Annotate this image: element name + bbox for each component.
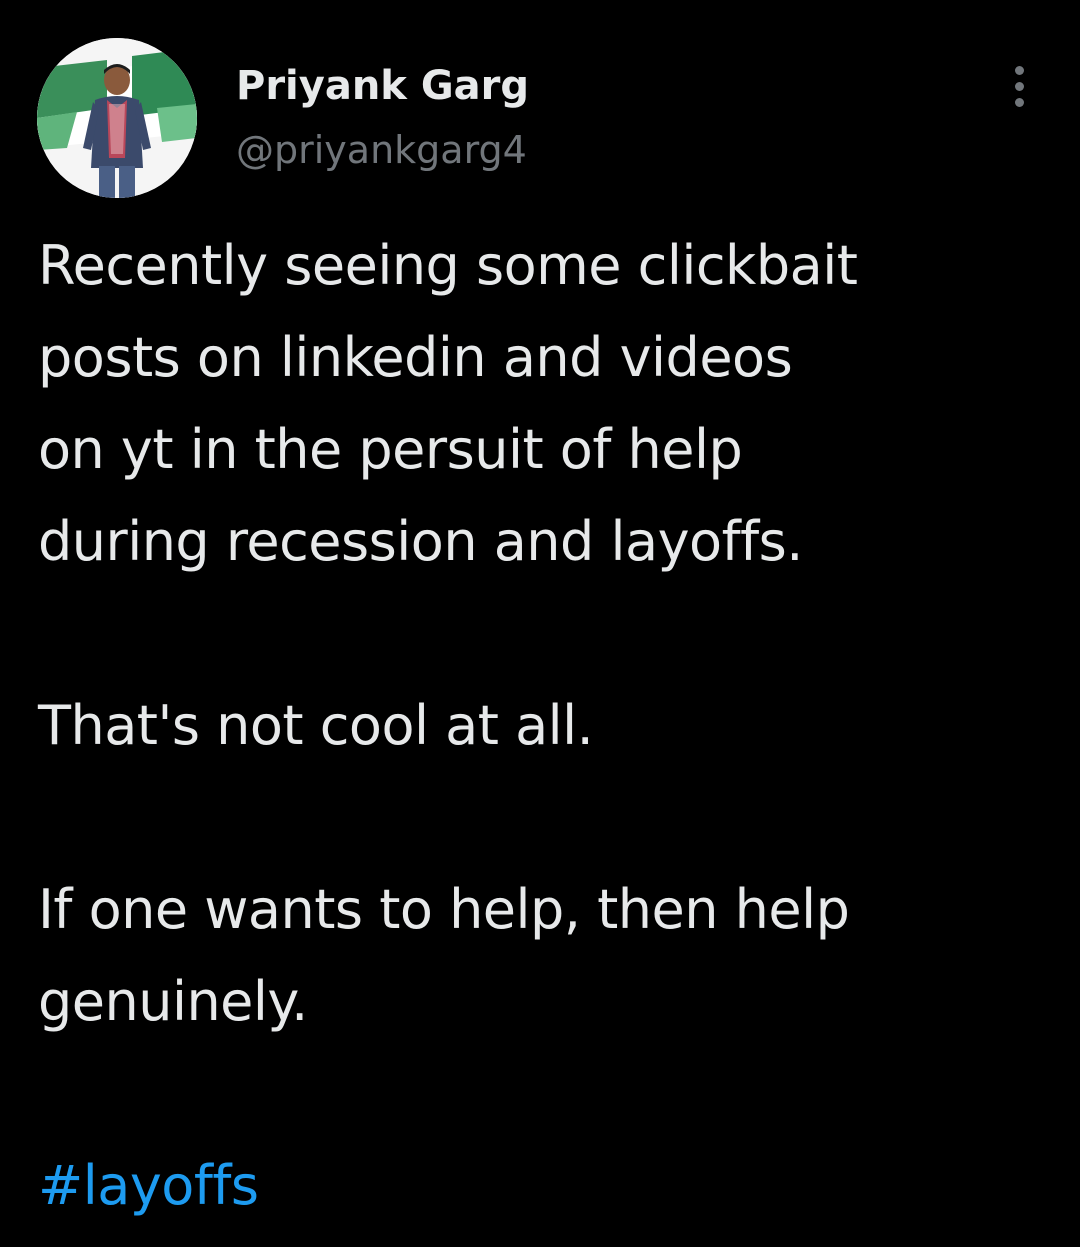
more-dot bbox=[1015, 98, 1024, 107]
tweet-line: during recession and layoffs. bbox=[38, 510, 803, 573]
tweet-line: on yt in the persuit of help bbox=[38, 418, 743, 481]
avatar[interactable] bbox=[37, 38, 197, 198]
tweet-line: If one wants to help, then help bbox=[38, 878, 850, 941]
tweet-line: That's not cool at all. bbox=[38, 694, 594, 757]
tweet-header: Priyank Garg @priyankgarg4 bbox=[0, 0, 1080, 210]
tweet-paragraph: That's not cool at all. bbox=[38, 680, 1048, 772]
tweet-line: genuinely. bbox=[38, 970, 308, 1033]
avatar-photo bbox=[37, 38, 197, 198]
tweet-card: Priyank Garg @priyankgarg4 Recently seei… bbox=[0, 0, 1080, 1247]
tweet-paragraph: #layoffs bbox=[38, 1140, 1048, 1232]
more-vertical-icon[interactable] bbox=[1000, 62, 1040, 112]
tweet-text: Recently seeing some clickbait posts on … bbox=[38, 220, 1048, 1232]
tweet-line: Recently seeing some clickbait bbox=[38, 234, 858, 297]
author-handle[interactable]: @priyankgarg4 bbox=[236, 126, 527, 174]
more-dot bbox=[1015, 82, 1024, 91]
tweet-paragraph: Recently seeing some clickbait posts on … bbox=[38, 220, 1048, 588]
tweet-paragraph: If one wants to help, then help genuinel… bbox=[38, 864, 1048, 1048]
hashtag-link[interactable]: #layoffs bbox=[38, 1154, 259, 1217]
author-name[interactable]: Priyank Garg bbox=[236, 60, 529, 112]
tweet-line: posts on linkedin and videos bbox=[38, 326, 793, 389]
more-dot bbox=[1015, 66, 1024, 75]
